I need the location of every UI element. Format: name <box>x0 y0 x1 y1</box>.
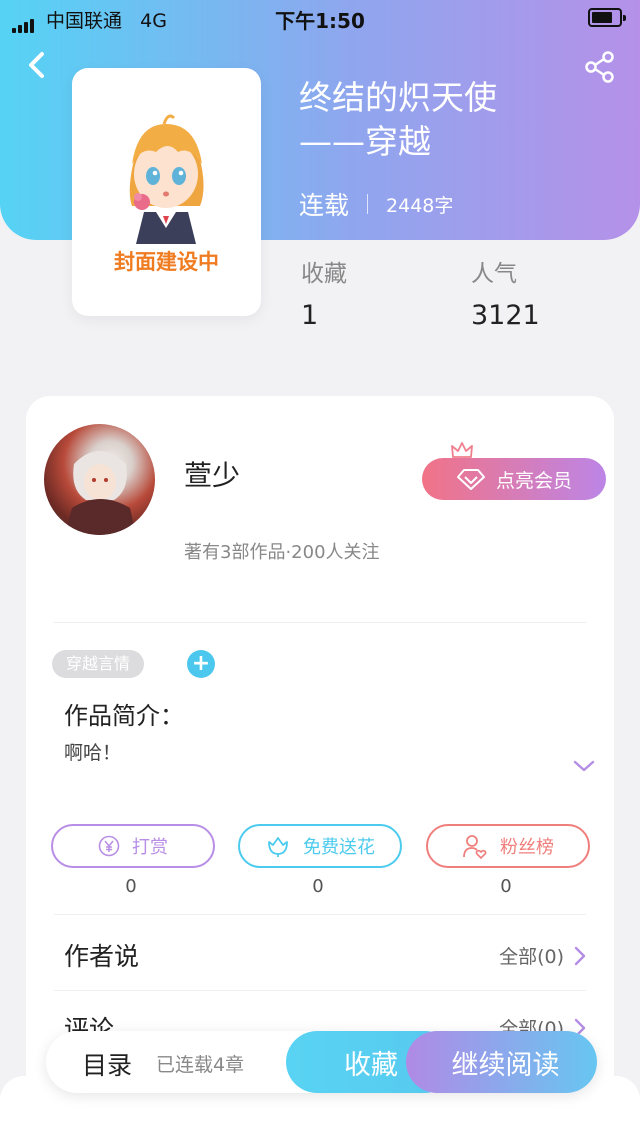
genre-tag[interactable]: 穿越言情 <box>52 650 145 678</box>
fans-count: 0 <box>500 876 512 897</box>
author-avatar[interactable] <box>44 424 155 535</box>
favorites-value: 1 <box>301 300 319 331</box>
popularity-value: 3121 <box>471 300 540 331</box>
author-says-title: 作者说 <box>64 942 140 971</box>
cover-caption: 封面建设中 <box>114 250 219 274</box>
vip-button-label: 点亮会员 <box>495 469 572 492</box>
send-flower-button[interactable]: 免费送花 <box>238 824 402 868</box>
fans-ranking-button[interactable]: 粉丝榜 <box>426 824 590 868</box>
intro-content: 啊哈！ <box>64 742 122 764</box>
add-tag-button[interactable]: + <box>187 650 215 678</box>
back-icon <box>29 52 44 78</box>
popularity-stat: 人气 3121 <box>471 254 540 331</box>
vip-button[interactable]: 点亮会员 <box>422 458 606 500</box>
fan-user-icon <box>463 835 487 859</box>
favorites-label: 收藏 <box>301 261 347 287</box>
back-button[interactable] <box>22 48 54 82</box>
cover-illustration <box>129 114 204 244</box>
crown-icon <box>451 442 473 458</box>
continue-reading-label: 继续阅读 <box>451 1049 560 1081</box>
author-stats: 著有3部作品·200人关注 <box>184 542 380 563</box>
flower-icon <box>268 837 288 857</box>
author-name[interactable]: 萱少 <box>184 454 240 494</box>
divider <box>54 990 586 991</box>
battery-icon <box>588 8 626 27</box>
word-count: 2448字 <box>386 194 454 217</box>
divider <box>54 622 586 623</box>
reward-button[interactable]: 打赏 <box>51 824 215 868</box>
book-title: 终结的炽天使 ——穿越 <box>299 76 497 164</box>
diamond-icon <box>456 469 485 490</box>
meta-divider <box>367 194 369 214</box>
send-flower-label: 免费送花 <box>303 837 375 858</box>
author-says-count: 全部(0) <box>499 946 564 968</box>
detail-card: 萱少 著有3部作品·200人关注 点亮会员 穿越言情 + 作品简介： 啊哈！ 打… <box>26 396 614 1096</box>
reward-count: 0 <box>125 876 137 897</box>
chevron-down-icon[interactable] <box>572 758 596 774</box>
share-icon <box>585 51 614 83</box>
book-title-line1: 终结的炽天使 <box>299 78 497 117</box>
chevron-right-icon <box>574 946 586 965</box>
plus-icon: + <box>191 651 211 676</box>
serial-status: 连载 <box>299 191 350 220</box>
continue-reading-button[interactable]: 继续阅读 <box>406 1031 597 1093</box>
favorite-button-label: 收藏 <box>344 1049 398 1081</box>
reward-label: 打赏 <box>132 837 168 858</box>
status-time: 下午1:50 <box>275 9 365 33</box>
popularity-label: 人气 <box>471 261 517 287</box>
share-button[interactable] <box>584 50 616 84</box>
yen-icon <box>98 835 120 857</box>
intro-label: 作品简介： <box>64 702 184 730</box>
status-bar: 中国联通 4G 下午1:50 <box>0 0 640 36</box>
favorites-stat: 收藏 1 <box>301 254 347 331</box>
bottom-action-bar: 目录 已连载4章 收藏 继续阅读 <box>46 1031 597 1093</box>
book-meta: 连载 2448字 <box>299 186 453 222</box>
author-says-all-link[interactable]: 全部(0) <box>499 942 586 969</box>
fans-ranking-label: 粉丝榜 <box>500 837 554 858</box>
book-cover[interactable]: 封面建设中 <box>72 68 261 316</box>
flower-count: 0 <box>312 876 324 897</box>
divider <box>54 914 586 915</box>
toc-button[interactable]: 目录 <box>82 1046 132 1082</box>
chapter-count: 已连载4章 <box>156 1054 245 1076</box>
book-title-line2: ——穿越 <box>299 122 431 161</box>
avatar-illustration <box>64 451 136 535</box>
